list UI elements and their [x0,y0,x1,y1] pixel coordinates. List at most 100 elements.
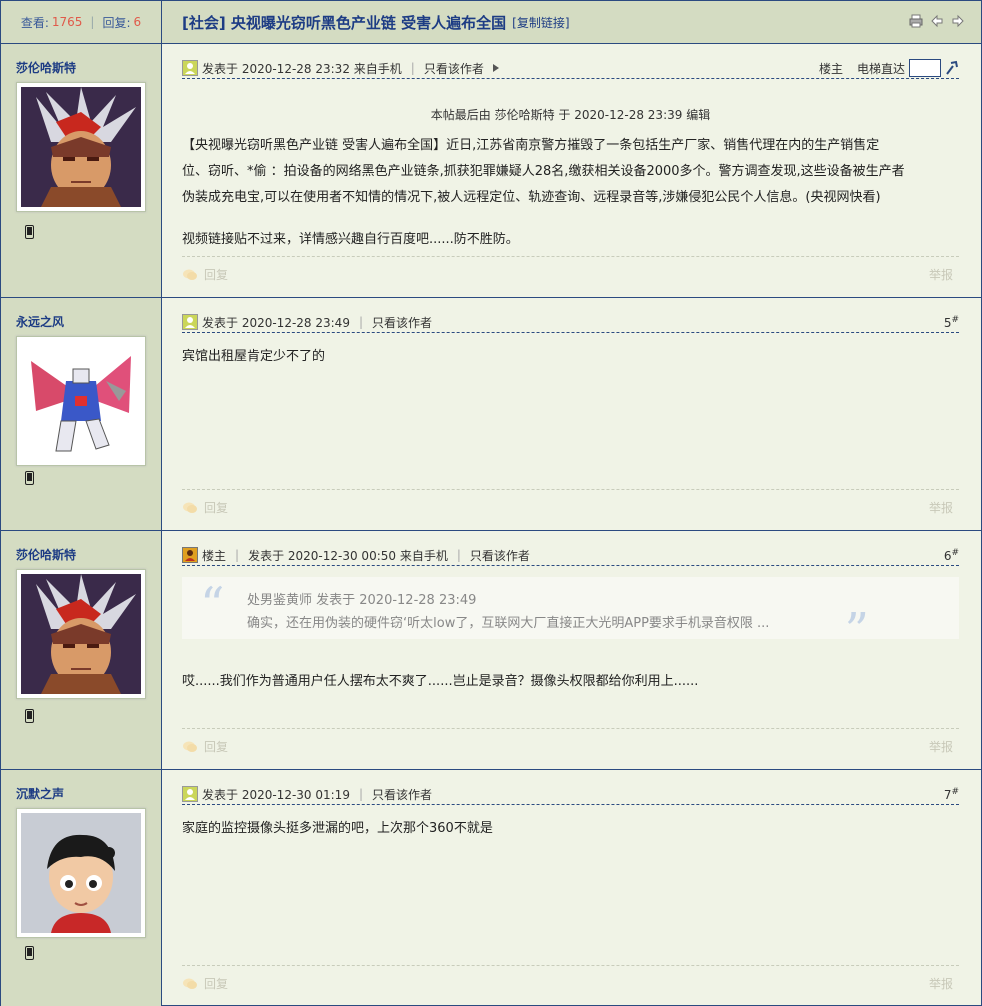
post-text-line: 【央视曝光窃听黑色产业链 受害人遍布全国】近日,江苏省南京警方摧毁了一条包括生产… [182,138,880,153]
online-status-icon [182,60,198,76]
author-name[interactable]: 莎伦哈斯特 [16,546,76,563]
post-footer: 回复 举报 [182,256,959,283]
post-body: 楼主 | 发表于 2020-12-30 00:50 来自手机 | 只看该作者 6… [162,531,981,769]
author-name[interactable]: 永远之风 [16,313,64,330]
report-button[interactable]: 举报 [929,499,953,516]
replies-count: 6 [133,15,142,29]
floor-number[interactable]: 6# [944,545,959,565]
stats-divider: | [90,15,95,29]
post-body: 发表于 2020-12-28 23:49 | 只看该作者 5# 宾馆出租屋肯定少… [162,298,981,530]
play-arrow-icon[interactable] [492,63,500,73]
edit-notice: 本帖最后由 莎伦哈斯特 于 2020-12-28 23:39 编辑 [430,108,711,122]
quote-header: 处男鉴黄师 发表于 2020-12-28 23:49 [247,593,477,608]
post-footer: 回复 举报 [182,965,959,992]
views-label: 查看: [20,15,49,30]
floor-number[interactable]: 5# [944,312,959,332]
thread-header: 查看: 1765 | 回复: 6 [社会] 央视曝光窃听黑色产业链 受害人遍布全… [1,1,981,44]
floor-number[interactable]: 7# [944,784,959,804]
post-footer: 回复 举报 [182,489,959,516]
only-author-link[interactable]: 只看该作者 [470,547,530,564]
reply-label: 回复 [204,268,229,282]
post-content: 【央视曝光窃听黑色产业链 受害人遍布全国】近日,江苏省南京警方摧毁了一条包括生产… [182,133,951,253]
avatar-image [21,87,141,207]
post-content: 宾馆出租屋肯定少不了的 [182,349,326,364]
thread-title-bar: [社会] 央视曝光窃听黑色产业链 受害人遍布全国 [复制链接] [162,1,981,43]
avatar-image [21,574,141,694]
reply-label: 回复 [204,501,229,515]
avatar[interactable] [16,82,146,212]
thread-tools [909,14,965,28]
reply-button[interactable]: 回复 [182,975,228,992]
quote-block: “ 处男鉴黄师 发表于 2020-12-28 23:49 确实，还在用伪装的硬件… [182,577,959,655]
report-button[interactable]: 举报 [929,266,953,283]
post-text-line: 伪装成充电宝,可以在使用者不知情的情况下,被人远程定位、轨迹查询、远程录音等,涉… [182,190,881,205]
thread-stats: 查看: 1765 | 回复: 6 [1,1,162,43]
post-text-line: 视频链接贴不过来，详情感兴趣自行百度吧......防不胜防。 [182,232,519,247]
elevator-label: 电梯直达 [856,61,905,76]
only-author-link[interactable]: 只看该作者 [372,314,432,331]
post-author-panel: 沉默之声 [1,770,162,1006]
floor-jump-input[interactable] [909,59,941,77]
post-author-panel: 莎伦哈斯特 [1,44,162,297]
post-date: 发表于 2020-12-28 23:49 [202,315,350,330]
reply-button[interactable]: 回复 [182,266,228,283]
quote-text: 确实，还在用伪装的硬件窃‘听太low了，互联网大厂直接正大光明APP要求手机录音… [247,616,770,631]
mobile-icon [25,709,34,723]
avatar-image [21,341,141,461]
post-footer: 回复 举报 [182,728,959,755]
post-meta: 发表于 2020-12-30 01:19 | 只看该作者 7# [182,784,959,805]
post-content: 哎......我们作为普通用户任人摆布太不爽了......岂止是录音？摄像头权限… [182,674,699,689]
open-quote-icon: “ [200,577,225,633]
post-meta: 发表于 2020-12-28 23:49 | 只看该作者 5# [182,312,959,333]
reply-button[interactable]: 回复 [182,738,228,755]
post-date: 发表于 2020-12-30 01:19 [202,787,350,802]
thread-title[interactable]: [社会] 央视曝光窃听黑色产业链 受害人遍布全国 [182,12,506,33]
online-status-icon [182,786,198,802]
post-body: 发表于 2020-12-28 23:32 来自手机 | 只看该作者 楼主 电梯直… [162,44,981,297]
post-item: 沉默之声 发表于 2020-12-30 01:19 | 只看该作者 7# 家庭的… [1,770,981,1006]
owner-tag: 楼主 [202,548,227,563]
thread-page: 查看: 1765 | 回复: 6 [社会] 央视曝光窃听黑色产业链 受害人遍布全… [0,0,982,1006]
online-status-icon [182,314,198,330]
post-tools: 楼主 电梯直达 [819,58,959,78]
avatar-image [21,813,141,933]
owner-badge-icon [182,547,198,563]
only-author-link[interactable]: 只看该作者 [424,60,484,77]
print-icon[interactable] [909,14,923,28]
mobile-icon [25,946,34,960]
post-meta: 楼主 | 发表于 2020-12-30 00:50 来自手机 | 只看该作者 6… [182,545,959,566]
close-quote-icon: ” [844,603,869,659]
post-body: 发表于 2020-12-30 01:19 | 只看该作者 7# 家庭的监控摄像头… [162,770,981,1006]
jump-go-icon[interactable] [945,60,959,76]
report-button[interactable]: 举报 [929,975,953,992]
avatar[interactable] [16,569,146,699]
post-item: 莎伦哈斯特 楼主 | 发表于 2020-12-30 00:50 来自手机 | 只… [1,531,981,770]
reply-label: 回复 [204,977,229,991]
reply-icon [183,269,197,280]
post-author-panel: 莎伦哈斯特 [1,531,162,769]
only-author-link[interactable]: 只看该作者 [372,786,432,803]
report-button[interactable]: 举报 [929,738,953,755]
post-date: 发表于 2020-12-28 23:32 来自手机 [202,61,402,76]
avatar[interactable] [16,336,146,466]
next-thread-icon[interactable] [951,14,965,28]
author-name[interactable]: 莎伦哈斯特 [16,59,76,76]
post-content: 家庭的监控摄像头挺多泄漏的吧，上次那个360不就是 [182,821,493,836]
post-item: 莎伦哈斯特 发表于 2020-12-28 23:32 来自手机 | 只看该作者 … [1,44,981,298]
post-item: 永远之风 发表于 2020-12-28 23:49 | 只看该作者 5# 宾馆出… [1,298,981,531]
author-name[interactable]: 沉默之声 [16,785,64,802]
reply-icon [183,978,197,989]
reply-button[interactable]: 回复 [182,499,228,516]
reply-icon [183,502,197,513]
post-text-line: 位、窃听、*偷 ：拍设备的网络黑色产业链条,抓获犯罪嫌疑人28名,缴获相关设备2… [182,164,905,179]
reply-icon [183,741,197,752]
post-meta: 发表于 2020-12-28 23:32 来自手机 | 只看该作者 楼主 电梯直… [182,58,959,79]
prev-thread-icon[interactable] [930,14,944,28]
post-author-panel: 永远之风 [1,298,162,530]
avatar[interactable] [16,808,146,938]
mobile-icon [25,225,34,239]
replies-label: 回复: [102,15,131,30]
views-count: 1765 [51,15,83,29]
copy-link-button[interactable]: [复制链接] [512,14,569,31]
mobile-icon [25,471,34,485]
